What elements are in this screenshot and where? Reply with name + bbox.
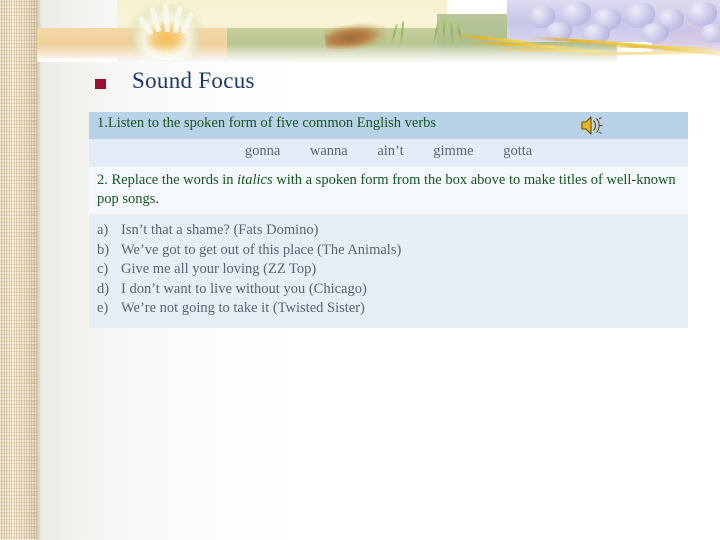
page-title: Sound Focus (80, 68, 580, 100)
content-box: 1.Listen to the spoken form of five comm… (89, 112, 688, 328)
list-item-label: b) (97, 241, 110, 258)
verb-form-item: gonna (244, 143, 281, 159)
list-item-label: c) (97, 261, 109, 277)
square-bullet-icon (95, 79, 106, 89)
list-item: e) We’re not going to take it (Twisted Si… (97, 299, 680, 319)
replace-instruction-italic: italics (237, 172, 273, 188)
verb-form-item: wanna (309, 143, 348, 159)
left-texture-strip (0, 0, 37, 540)
verb-form-item: gotta (503, 143, 533, 159)
song-list-band: a) Isn’t that a shame? (Fats Domino) b) We… (89, 214, 688, 328)
banner-bottom-fade (37, 44, 720, 62)
verb-form-item: ain’t (377, 143, 404, 159)
speaker-icon[interactable] (580, 115, 604, 136)
list-item-text: We’re not going to take it (Twisted Sist… (121, 300, 365, 316)
left-strip-shadow (37, 0, 42, 540)
replace-instruction-part1: 2. Replace the words in (97, 172, 238, 188)
list-item-label: a) (97, 222, 109, 238)
list-item-text: Isn’t that a shame? (Fats Domino) (121, 222, 319, 238)
replace-instruction-band: 2. Replace the words in italics with a s… (89, 167, 688, 214)
list-item: c) Give me all your loving (ZZ Top) (97, 260, 680, 280)
list-item-label: e) (97, 300, 109, 316)
hydrangea-petal-icon (700, 24, 720, 43)
list-item: d) I don’t want to live without you (Chic… (97, 280, 680, 300)
list-item-label: d) (97, 280, 110, 297)
list-item: b) We’ve got to get out of this place (Th… (97, 241, 680, 261)
list-item: a) Isn’t that a shame? (Fats Domino) (97, 221, 680, 241)
slide-canvas: Sound Focus 1.Listen to the spoken form … (0, 0, 720, 540)
list-item-text: Give me all your loving (ZZ Top) (121, 261, 317, 277)
list-item-text: I don’t want to live without you (Chicag… (121, 280, 367, 297)
verb-forms-band: gonna wanna ain’t gimme gotta (89, 139, 688, 167)
list-item-text: We’ve got to get out of this place (The … (121, 241, 402, 258)
listen-instruction-text: 1.Listen to the spoken form of five comm… (97, 115, 437, 131)
decorative-banner-image (37, 0, 720, 62)
listen-instruction-band: 1.Listen to the spoken form of five comm… (89, 112, 688, 139)
page-title-text: Sound Focus (132, 68, 255, 93)
verb-form-item: gimme (433, 143, 474, 159)
